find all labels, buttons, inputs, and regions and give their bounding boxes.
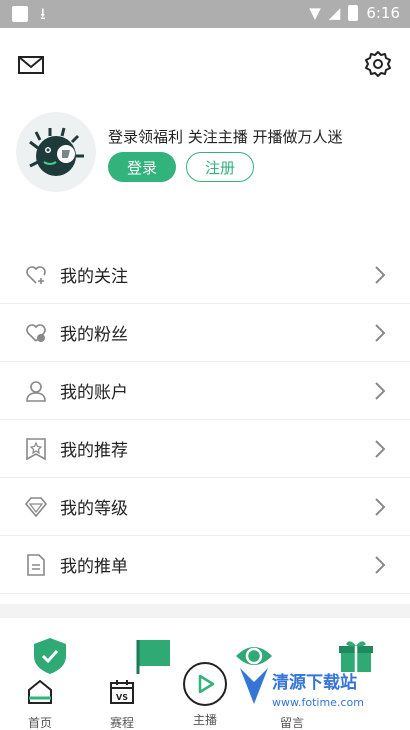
tab-label: 首页 — [27, 716, 52, 730]
tab-anchor-play-button[interactable] — [183, 662, 227, 706]
watermark-url: www.fotime.com — [272, 696, 364, 709]
play-icon — [198, 674, 215, 694]
chevron-right-icon — [375, 556, 386, 574]
menu-item-tips[interactable]: 我的推单 — [0, 536, 410, 594]
status-bar: ⭳ ▼ ◢ 6:16 — [0, 0, 410, 28]
bookmark-star-icon — [26, 437, 46, 460]
tab-label: 赛程 — [109, 716, 134, 730]
diamond-icon — [24, 496, 48, 517]
heart-plus-icon — [26, 265, 46, 284]
schedule-vs-icon: VS — [110, 680, 134, 704]
chevron-right-icon — [375, 382, 386, 400]
menu-item-label: 我的推荐 — [60, 441, 128, 461]
chevron-right-icon — [375, 324, 386, 342]
menu-item-label: 我的关注 — [60, 267, 128, 287]
top-bar — [0, 28, 410, 104]
download-icon: ⭳ — [40, 4, 46, 23]
menu-item-label: 我的粉丝 — [60, 325, 128, 345]
register-button[interactable]: 注册 — [186, 152, 254, 182]
chevron-right-icon — [375, 440, 386, 458]
login-button[interactable]: 登录 — [108, 152, 176, 182]
battery-icon — [348, 5, 359, 21]
menu-item-account[interactable]: 我的账户 — [0, 362, 410, 420]
tab-schedule[interactable]: VS 赛程 — [92, 678, 152, 730]
flag-promo-icon[interactable] — [134, 636, 174, 676]
status-time: 6:16 — [366, 4, 400, 22]
signal-icon: ◢ — [328, 4, 341, 22]
menu-item-label: 我的推单 — [60, 557, 128, 577]
heart-fans-icon — [26, 323, 46, 342]
svg-text:VS: VS — [116, 693, 128, 702]
watermark-logo: 清源下载站 www.fotime.com — [238, 660, 410, 730]
settings-gear-icon[interactable] — [364, 50, 392, 78]
avatar[interactable] — [16, 112, 96, 192]
tab-label: 主播 — [192, 713, 217, 727]
menu-item-fans[interactable]: 我的粉丝 — [0, 304, 410, 362]
shield-promo-icon[interactable] — [30, 636, 70, 676]
pufferfish-mascot-icon — [29, 127, 84, 176]
menu-item-follows[interactable]: 我的关注 — [0, 246, 410, 304]
menu-item-recommend[interactable]: 我的推荐 — [0, 420, 410, 478]
chevron-right-icon — [375, 498, 386, 516]
watermark-emblem-icon — [240, 668, 268, 704]
profile-section: 登录领福利 关注主播 开播做万人迷 登录 注册 — [0, 104, 410, 214]
menu-list: 我的关注 我的粉丝 我的账户 我的推荐 我的等级 我的推单 — [0, 246, 410, 594]
document-icon — [27, 553, 45, 576]
home-icon — [28, 679, 52, 704]
user-icon — [26, 380, 46, 402]
watermark-title: 清源下载站 — [272, 673, 357, 693]
section-divider — [0, 604, 410, 618]
notification-square-icon — [12, 6, 28, 22]
menu-item-label: 我的账户 — [60, 383, 128, 403]
login-slogan: 登录领福利 关注主播 开播做万人迷 — [108, 128, 343, 146]
menu-item-level[interactable]: 我的等级 — [0, 478, 410, 536]
wifi-icon: ▼ — [309, 4, 321, 22]
chevron-right-icon — [375, 266, 386, 284]
menu-item-label: 我的等级 — [60, 499, 128, 519]
mail-icon[interactable] — [18, 52, 44, 78]
tab-home[interactable]: 首页 — [10, 678, 70, 730]
